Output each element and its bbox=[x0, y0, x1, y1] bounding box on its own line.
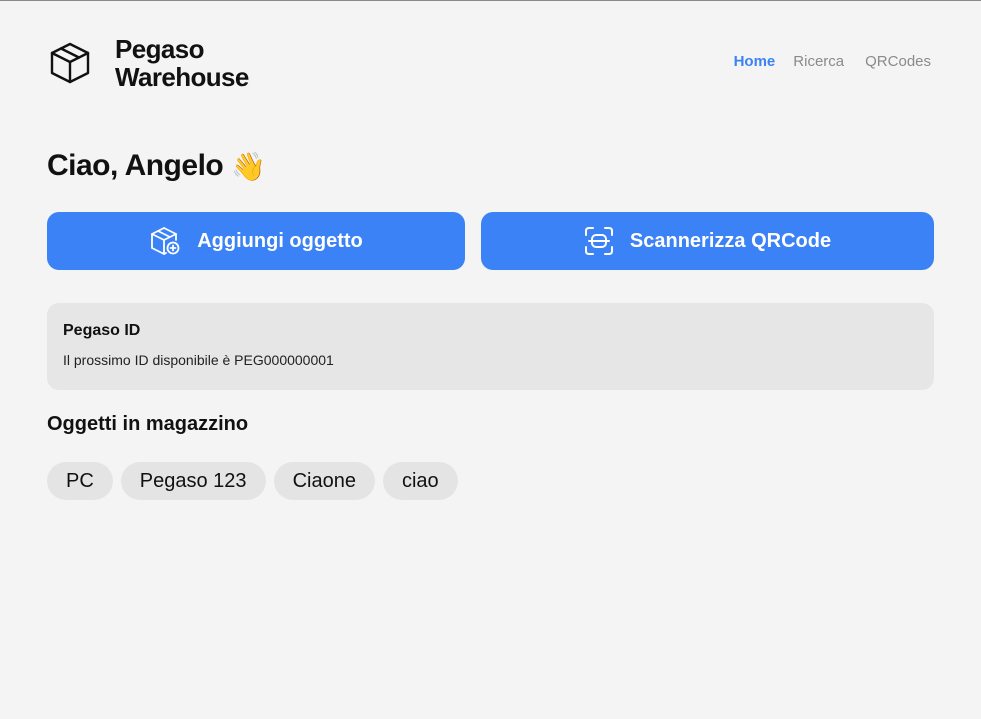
add-object-label: Aggiungi oggetto bbox=[197, 229, 363, 252]
nav-item-qrcodes[interactable]: QRCodes bbox=[865, 53, 931, 70]
nav-item-home[interactable]: Home bbox=[734, 53, 776, 70]
package-plus-icon bbox=[151, 227, 180, 255]
brand-name-line1: Pegaso bbox=[115, 34, 204, 64]
greeting-heading: Ciao, Angelo 👋 bbox=[47, 149, 266, 183]
inventory-chip[interactable]: Ciaone bbox=[273, 462, 375, 500]
main-nav: Home Ricerca QRCodes bbox=[734, 53, 931, 70]
scan-qrcode-label: Scannerizza QRCode bbox=[629, 229, 832, 252]
brand-name-line2: Warehouse bbox=[115, 62, 249, 92]
inventory-chip[interactable]: Pegaso 123 bbox=[120, 462, 266, 500]
pegaso-id-card: Pegaso ID Il prossimo ID disponibile è P… bbox=[47, 303, 934, 390]
inventory-chip[interactable]: ciao bbox=[382, 462, 458, 500]
nav-item-ricerca[interactable]: Ricerca bbox=[793, 53, 844, 70]
add-object-button[interactable]: Aggiungi oggetto bbox=[47, 212, 465, 270]
scan-qrcode-button[interactable]: Scannerizza QRCode bbox=[481, 212, 934, 270]
package-box-icon bbox=[50, 42, 90, 84]
inventory-title: Oggetti in magazzino bbox=[47, 413, 249, 435]
inventory-chip[interactable]: PC bbox=[47, 462, 113, 500]
brand-logo-link[interactable]: Pegaso Warehouse bbox=[47, 35, 249, 91]
pegaso-id-title: Pegaso ID bbox=[63, 322, 141, 339]
pegaso-id-text: Il prossimo ID disponibile è PEG00000000… bbox=[63, 352, 334, 368]
brand-name: Pegaso Warehouse bbox=[115, 35, 249, 91]
greeting-text: Ciao, Angelo bbox=[47, 149, 224, 182]
inventory-list: PC Pegaso 123 Ciaone ciao bbox=[47, 462, 458, 500]
scan-icon bbox=[584, 227, 613, 255]
waving-hand-icon: 👋 bbox=[231, 150, 266, 182]
header: Pegaso Warehouse Home Ricerca QRCodes bbox=[47, 35, 934, 95]
